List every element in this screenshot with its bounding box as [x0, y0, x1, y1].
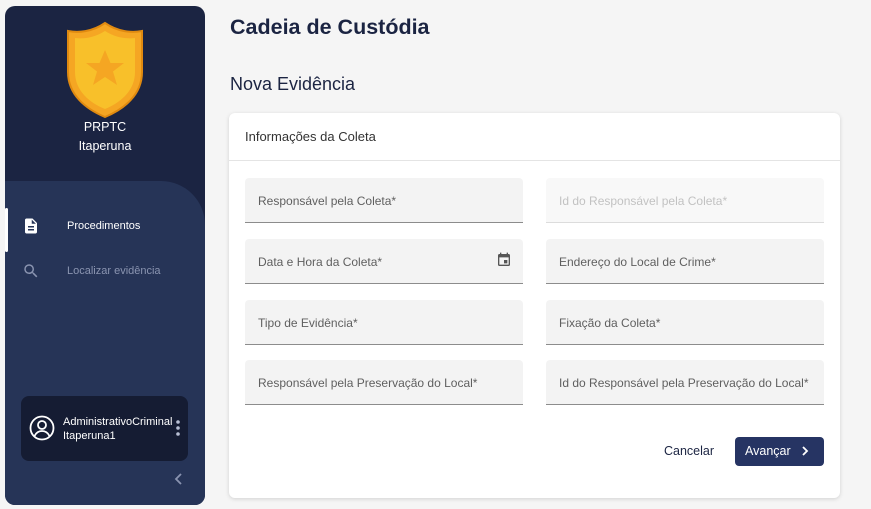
calendar-icon[interactable] — [496, 252, 512, 268]
field-label: Id do Responsável pela Coleta* — [559, 194, 728, 208]
field-label: Endereço do Local de Crime* — [559, 255, 716, 269]
responsavel-coleta-field[interactable]: Responsável pela Coleta* — [245, 178, 523, 223]
id-responsavel-preservacao-field[interactable]: Id do Responsável pela Preservação do Lo… — [546, 360, 824, 405]
tipo-evidencia-field[interactable]: Tipo de Evidência* — [245, 300, 523, 345]
cancel-button[interactable]: Cancelar — [658, 437, 720, 465]
field-label: Data e Hora da Coleta* — [258, 255, 383, 269]
form-card: Informações da Coleta Responsável pela C… — [229, 113, 840, 498]
card-header: Informações da Coleta — [229, 113, 840, 161]
fixacao-coleta-field[interactable]: Fixação da Coleta* — [546, 300, 824, 345]
page-title: Cadeia de Custódia — [230, 15, 430, 39]
field-label: Fixação da Coleta* — [559, 316, 661, 330]
chevron-right-icon — [802, 446, 809, 456]
section-title: Informações da Coleta — [245, 129, 376, 144]
sidebar-item-label: Localizar evidência — [67, 265, 161, 277]
responsavel-preservacao-field[interactable]: Responsável pela Preservação do Local* — [245, 360, 523, 405]
id-responsavel-coleta-field: Id do Responsável pela Coleta* — [546, 178, 824, 223]
chevron-left-icon[interactable] — [169, 469, 189, 489]
sidebar: PRPTC Itaperuna Procedimentos Localizar … — [5, 6, 205, 505]
search-icon — [24, 264, 38, 278]
police-badge-star-icon — [67, 21, 143, 119]
brand: PRPTC Itaperuna — [5, 6, 205, 186]
user-name: AdministrativoCriminalItaperuna1 — [63, 416, 173, 442]
org-name: PRPTC — [83, 120, 127, 134]
page-subtitle: Nova Evidência — [230, 74, 356, 94]
org-city: Itaperuna — [78, 139, 132, 153]
field-label: Responsável pela Coleta* — [258, 194, 397, 208]
endereco-local-crime-field[interactable]: Endereço do Local de Crime* — [546, 239, 824, 284]
sidebar-item-label: Procedimentos — [67, 220, 141, 232]
next-button[interactable]: Avançar — [735, 437, 824, 466]
field-label: Responsável pela Preservação do Local* — [258, 376, 478, 390]
field-label: Tipo de Evidência* — [258, 316, 358, 330]
document-icon — [25, 218, 37, 234]
kebab-menu-icon[interactable] — [171, 418, 185, 438]
user-profile-card[interactable]: AdministrativoCriminalItaperuna1 — [21, 396, 188, 461]
account-circle-icon — [29, 415, 55, 441]
field-label: Id do Responsável pela Preservação do Lo… — [559, 376, 809, 390]
data-hora-coleta-field[interactable]: Data e Hora da Coleta* — [245, 239, 523, 284]
next-button-label: Avançar — [745, 444, 791, 458]
sidebar-item-procedimentos[interactable]: Procedimentos — [5, 206, 205, 252]
sidebar-item-localizar-evidencia[interactable]: Localizar evidência — [5, 251, 205, 291]
